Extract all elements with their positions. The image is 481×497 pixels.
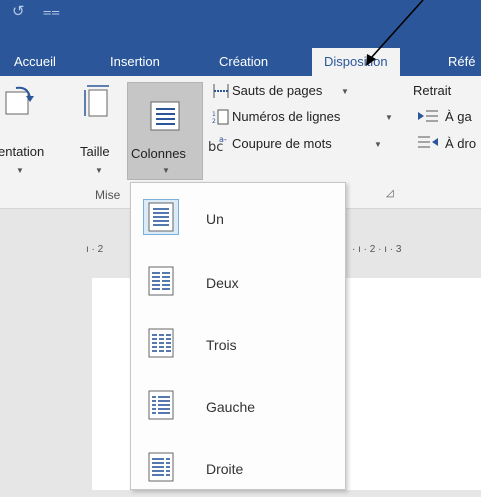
three-columns-icon-frame xyxy=(143,325,179,361)
columns-icon xyxy=(150,101,180,131)
menu-item-label: Deux xyxy=(206,275,239,291)
orientation-dropdown-icon[interactable]: ▼ xyxy=(16,166,24,175)
menu-item-label: Un xyxy=(206,211,224,227)
menu-item-three-columns[interactable]: Trois xyxy=(131,313,345,373)
columns-menu: Un Deux Trois Gauche Droite xyxy=(130,182,346,490)
size-icon xyxy=(84,85,109,117)
menu-item-right[interactable]: Droite xyxy=(131,437,345,497)
indent-title: Retrait xyxy=(413,83,452,98)
left-columns-icon xyxy=(148,390,174,420)
two-columns-icon xyxy=(148,266,174,296)
size-dropdown-icon[interactable]: ▼ xyxy=(95,166,103,175)
ruler-left-number: 2 xyxy=(97,244,104,255)
left-columns-icon-frame xyxy=(143,387,179,423)
indent-left-label[interactable]: À ga xyxy=(445,109,472,124)
hyphenation-icon: bc a- xyxy=(208,135,227,154)
ruler-right-numbers: 2 · ı · 3 xyxy=(369,244,402,255)
line-numbers-label[interactable]: Numéros de lignes xyxy=(232,109,340,124)
page-breaks-dropdown-icon[interactable]: ▼ xyxy=(341,87,349,96)
columns-dropdown-icon[interactable]: ▼ xyxy=(162,166,170,175)
page-breaks-icon xyxy=(213,84,229,98)
indent-left-icon xyxy=(418,110,438,122)
ruler-right-marks: · ı · 2 · ı · 3 xyxy=(352,244,402,255)
right-columns-icon-frame xyxy=(143,449,179,485)
page-breaks-label[interactable]: Sauts de pages xyxy=(232,83,322,98)
hyphenation-dropdown-icon[interactable]: ▼ xyxy=(374,140,382,149)
orientation-label[interactable]: entation xyxy=(0,144,44,159)
columns-label: Colonnes xyxy=(131,146,186,161)
two-columns-icon-frame xyxy=(143,263,179,299)
menu-item-label: Gauche xyxy=(206,399,256,415)
menu-item-left[interactable]: Gauche xyxy=(131,375,345,435)
size-label[interactable]: Taille xyxy=(80,144,110,159)
line-numbers-icon: 1 2 xyxy=(212,109,229,125)
orientation-icon xyxy=(5,86,34,115)
indent-right-icon xyxy=(418,136,438,148)
menu-item-label: Trois xyxy=(206,337,237,353)
svg-text:2: 2 xyxy=(212,118,216,125)
ruler-left-marks: ı · 2 xyxy=(86,244,104,255)
line-numbers-dropdown-icon[interactable]: ▼ xyxy=(385,113,393,122)
menu-item-label: Droite xyxy=(206,461,244,477)
menu-item-one-column[interactable]: Un xyxy=(131,187,345,247)
svg-text:a-: a- xyxy=(219,135,227,144)
one-column-icon-frame xyxy=(143,199,179,235)
indent-right-label[interactable]: À dro xyxy=(445,136,476,151)
right-columns-icon xyxy=(148,452,174,482)
page-setup-group-label: Mise xyxy=(95,188,121,202)
menu-item-two-columns[interactable]: Deux xyxy=(131,251,345,311)
three-columns-icon xyxy=(148,328,174,358)
hyphenation-label[interactable]: Coupure de mots xyxy=(232,136,332,151)
svg-text:1: 1 xyxy=(212,111,216,118)
one-column-icon xyxy=(148,202,174,232)
annotation-arrow xyxy=(366,0,424,66)
dialog-launcher-icon[interactable]: ◿ xyxy=(386,188,394,199)
